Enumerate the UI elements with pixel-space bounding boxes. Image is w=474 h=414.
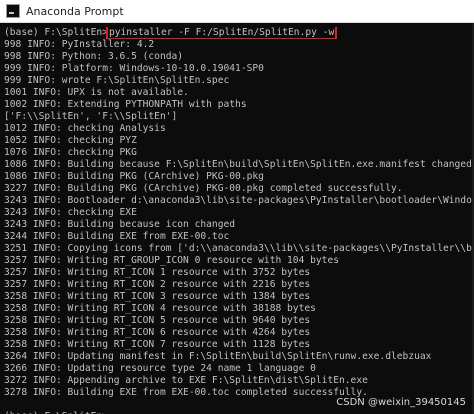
console-line: 3257 INFO: Writing RT_GROUP_ICON 0 resou… <box>4 255 474 267</box>
console-line-text: 3257 INFO: Writing RT_GROUP_ICON 0 resou… <box>4 255 340 266</box>
console-line-text: 3244 INFO: Building EXE from EXE-00.toc <box>4 231 230 242</box>
console-line-text: 1052 INFO: checking PYZ <box>4 135 137 146</box>
window-title: Anaconda Prompt <box>26 4 124 18</box>
console-line: 3266 INFO: Updating resource type 24 nam… <box>4 363 474 375</box>
console-line: 3264 INFO: Updating manifest in F:\Split… <box>4 351 474 363</box>
console-line: 3258 INFO: Writing RT_ICON 4 resource wi… <box>4 303 474 315</box>
console-line-text: 999 INFO: wrote F:\SplitEn\SplitEn.spec <box>4 75 230 86</box>
console-line: 998 INFO: PyInstaller: 4.2 <box>4 39 474 51</box>
console-line-text: 998 INFO: Python: 3.6.5 (conda) <box>4 51 184 62</box>
terminal-icon <box>6 4 20 18</box>
console-line-text: 3227 INFO: Building PKG (CArchive) PKG-0… <box>4 183 403 194</box>
console-line-text: 998 INFO: PyInstaller: 4.2 <box>4 39 155 50</box>
console-line-text: 3251 INFO: Copying icons from ['d:\\anac… <box>4 243 474 254</box>
console-line: 3243 INFO: Building because icon changed <box>4 219 474 231</box>
console-line-text: 3258 INFO: Writing RT_ICON 7 resource wi… <box>4 339 311 350</box>
console-line: 3227 INFO: Building PKG (CArchive) PKG-0… <box>4 183 474 195</box>
console-line-text: 3258 INFO: Writing RT_ICON 5 resource wi… <box>4 315 311 326</box>
console-line: 999 INFO: wrote F:\SplitEn\SplitEn.spec <box>4 75 474 87</box>
console-line: 1086 INFO: Building because F:\SplitEn\b… <box>4 159 474 171</box>
console-line-text: 3243 INFO: checking EXE <box>4 207 137 218</box>
console-line: 3244 INFO: Building EXE from EXE-00.toc <box>4 231 474 243</box>
console-line-text: 1086 INFO: Building PKG (CArchive) PKG-0… <box>4 171 264 182</box>
console-line-text: 3266 INFO: Updating resource type 24 nam… <box>4 363 316 374</box>
console-line-text: 3272 INFO: Appending archive to EXE F:\S… <box>4 375 368 386</box>
console-output[interactable]: (base) F:\SplitEn>pyinstaller -F F:/Spli… <box>0 23 474 414</box>
console-line: 3257 INFO: Writing RT_ICON 2 resource wi… <box>4 279 474 291</box>
command-line: (base) F:\SplitEn>pyinstaller -F F:/Spli… <box>4 27 474 39</box>
console-line-text: 3258 INFO: Writing RT_ICON 4 resource wi… <box>4 303 316 314</box>
console-line: 1002 INFO: Extending PYTHONPATH with pat… <box>4 99 474 111</box>
console-line-text: 3257 INFO: Writing RT_ICON 2 resource wi… <box>4 279 311 290</box>
console-line: 3258 INFO: Writing RT_ICON 6 resource wi… <box>4 327 474 339</box>
highlighted-command: pyinstaller -F F:/SplitEn/SplitEn.py -w <box>105 27 338 39</box>
console-line-text: 3258 INFO: Writing RT_ICON 6 resource wi… <box>4 327 311 338</box>
console-line-text: 999 INFO: Platform: Windows-10-10.0.1904… <box>4 63 264 74</box>
console-line: 998 INFO: Python: 3.6.5 (conda) <box>4 51 474 63</box>
terminal-window[interactable]: Anaconda Prompt (base) F:\SplitEn>pyinst… <box>0 0 474 414</box>
console-line: 1076 INFO: checking PKG <box>4 147 474 159</box>
console-line: 3258 INFO: Writing RT_ICON 7 resource wi… <box>4 339 474 351</box>
console-line-text: 1012 INFO: checking Analysis <box>4 123 166 134</box>
console-line: 1012 INFO: checking Analysis <box>4 123 474 135</box>
console-line: 3251 INFO: Copying icons from ['d:\\anac… <box>4 243 474 255</box>
console-line: 3272 INFO: Appending archive to EXE F:\S… <box>4 375 474 387</box>
console-line: 3243 INFO: checking EXE <box>4 207 474 219</box>
console-line: 1086 INFO: Building PKG (CArchive) PKG-0… <box>4 171 474 183</box>
title-bar[interactable]: Anaconda Prompt <box>0 0 474 23</box>
console-line: 3243 INFO: Bootloader d:\anaconda3\lib\s… <box>4 195 474 207</box>
console-line: 3258 INFO: Writing RT_ICON 3 resource wi… <box>4 291 474 303</box>
prompt: (base) F:\SplitEn> <box>4 27 108 38</box>
console-line: 3257 INFO: Writing RT_ICON 1 resource wi… <box>4 267 474 279</box>
console-line-text: 3243 INFO: Bootloader d:\anaconda3\lib\s… <box>4 195 474 206</box>
console-line-text: 1076 INFO: checking PKG <box>4 147 137 158</box>
console-line: ['F:\\SplitEn', 'F:\\SplitEn'] <box>4 111 474 123</box>
console-line-text: 3257 INFO: Writing RT_ICON 1 resource wi… <box>4 267 311 278</box>
console-line: 999 INFO: Platform: Windows-10-10.0.1904… <box>4 63 474 75</box>
console-line: 1052 INFO: checking PYZ <box>4 135 474 147</box>
console-line: 3258 INFO: Writing RT_ICON 5 resource wi… <box>4 315 474 327</box>
console-line: 1001 INFO: UPX is not available. <box>4 87 474 99</box>
console-line-text: 1002 INFO: Extending PYTHONPATH with pat… <box>4 99 247 110</box>
console-line-text: 3278 INFO: Building EXE from EXE-00.toc … <box>4 387 368 398</box>
watermark: CSDN @weixin_39450145 <box>336 397 466 408</box>
console-line-text: ['F:\\SplitEn', 'F:\\SplitEn'] <box>4 111 178 122</box>
console-line-text: 1001 INFO: UPX is not available. <box>4 87 189 98</box>
console-line-text: 3258 INFO: Writing RT_ICON 3 resource wi… <box>4 291 311 302</box>
console-line-text: 3243 INFO: Building because icon changed <box>4 219 236 230</box>
console-line-text: 1086 INFO: Building because F:\SplitEn\b… <box>4 159 472 170</box>
console-line-text: 3264 INFO: Updating manifest in F:\Split… <box>4 351 432 362</box>
